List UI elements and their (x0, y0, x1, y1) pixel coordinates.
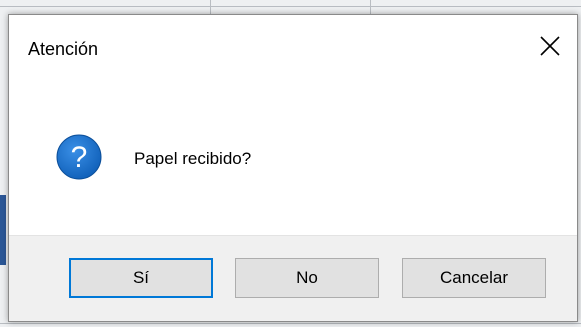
yes-button[interactable]: Sí (69, 258, 213, 298)
background-gridline (0, 323, 581, 324)
background-gridline (370, 0, 371, 14)
close-icon (540, 36, 560, 56)
message-dialog: Atención ? Papel recibido? Sí No Cancela… (8, 14, 578, 322)
background-gridline (0, 6, 581, 7)
background-gridline (210, 0, 211, 14)
dialog-title: Atención (28, 39, 99, 59)
dialog-content: ? Papel recibido? (9, 79, 577, 235)
dialog-message: Papel recibido? (134, 149, 252, 168)
no-button[interactable]: No (235, 258, 379, 298)
dialog-button-bar: Sí No Cancelar (9, 235, 577, 321)
cancel-button[interactable]: Cancelar (402, 258, 546, 298)
background-window-edge (0, 195, 6, 265)
question-icon: ? (56, 134, 102, 180)
close-button[interactable] (533, 29, 567, 63)
svg-text:?: ? (71, 141, 88, 174)
dialog-titlebar: Atención (9, 15, 577, 79)
